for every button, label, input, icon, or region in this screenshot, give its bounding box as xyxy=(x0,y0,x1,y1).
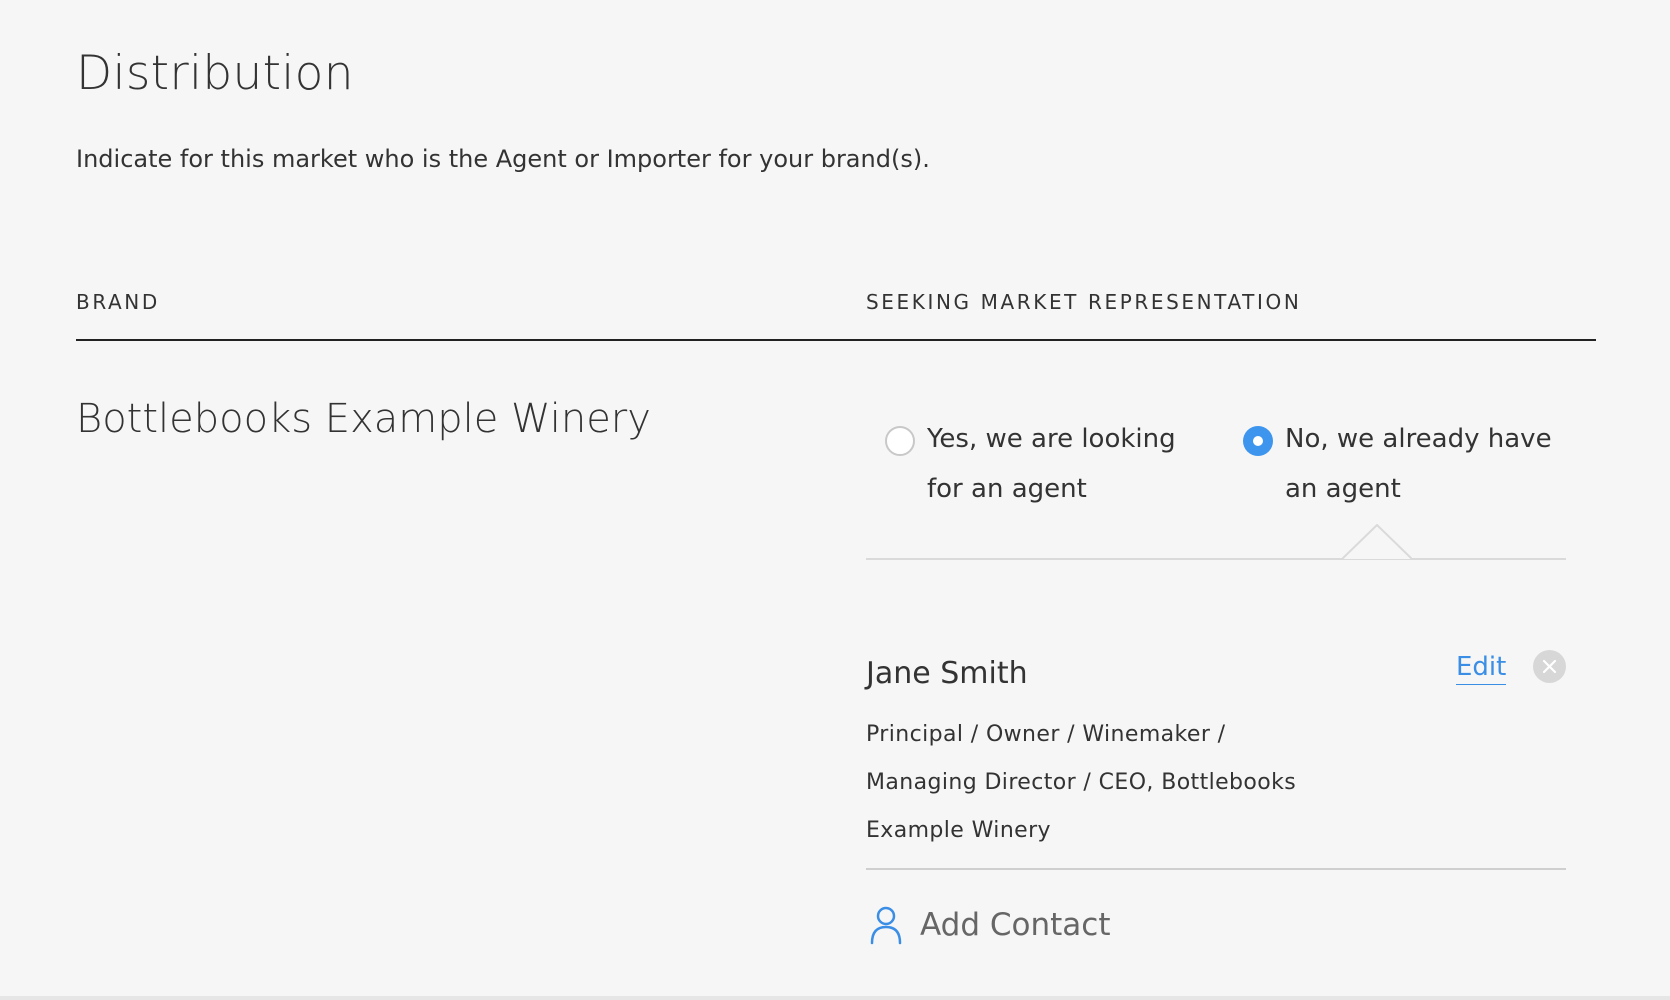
page-subtitle: Indicate for this market who is the Agen… xyxy=(76,145,930,173)
header-divider xyxy=(76,339,1596,341)
column-header-brand: BRAND xyxy=(76,290,160,314)
radio-option-yes[interactable]: Yes, we are looking for an agent xyxy=(885,424,1187,514)
radio-button-no-selected[interactable] xyxy=(1243,426,1273,456)
column-header-seeking: SEEKING MARKET REPRESENTATION xyxy=(866,290,1302,314)
contact-divider xyxy=(866,868,1566,870)
options-divider xyxy=(866,558,1566,560)
brand-name: Bottlebooks Example Winery xyxy=(76,396,651,442)
add-contact-button[interactable]: Add Contact xyxy=(868,905,1110,945)
radio-label-no: No, we already have an agent xyxy=(1285,424,1552,504)
distribution-page: Distribution Indicate for this market wh… xyxy=(0,0,1670,1000)
close-circle-icon xyxy=(1542,659,1557,674)
contact-name: Jane Smith xyxy=(866,656,1028,691)
edit-contact-link[interactable]: Edit xyxy=(1456,652,1507,685)
person-icon xyxy=(870,906,902,945)
page-title: Distribution xyxy=(76,46,354,101)
contact-role: Principal / Owner / Winemaker / Managing… xyxy=(866,722,1297,843)
bottom-divider xyxy=(0,996,1670,1000)
radio-option-no[interactable]: No, we already have an agent xyxy=(1243,424,1585,514)
add-contact-label: Add Contact xyxy=(920,907,1111,943)
radio-label-yes: Yes, we are looking for an agent xyxy=(927,424,1176,504)
selection-pointer-icon xyxy=(1342,524,1412,560)
remove-contact-button[interactable] xyxy=(1533,650,1566,683)
radio-button-yes[interactable] xyxy=(885,426,915,456)
